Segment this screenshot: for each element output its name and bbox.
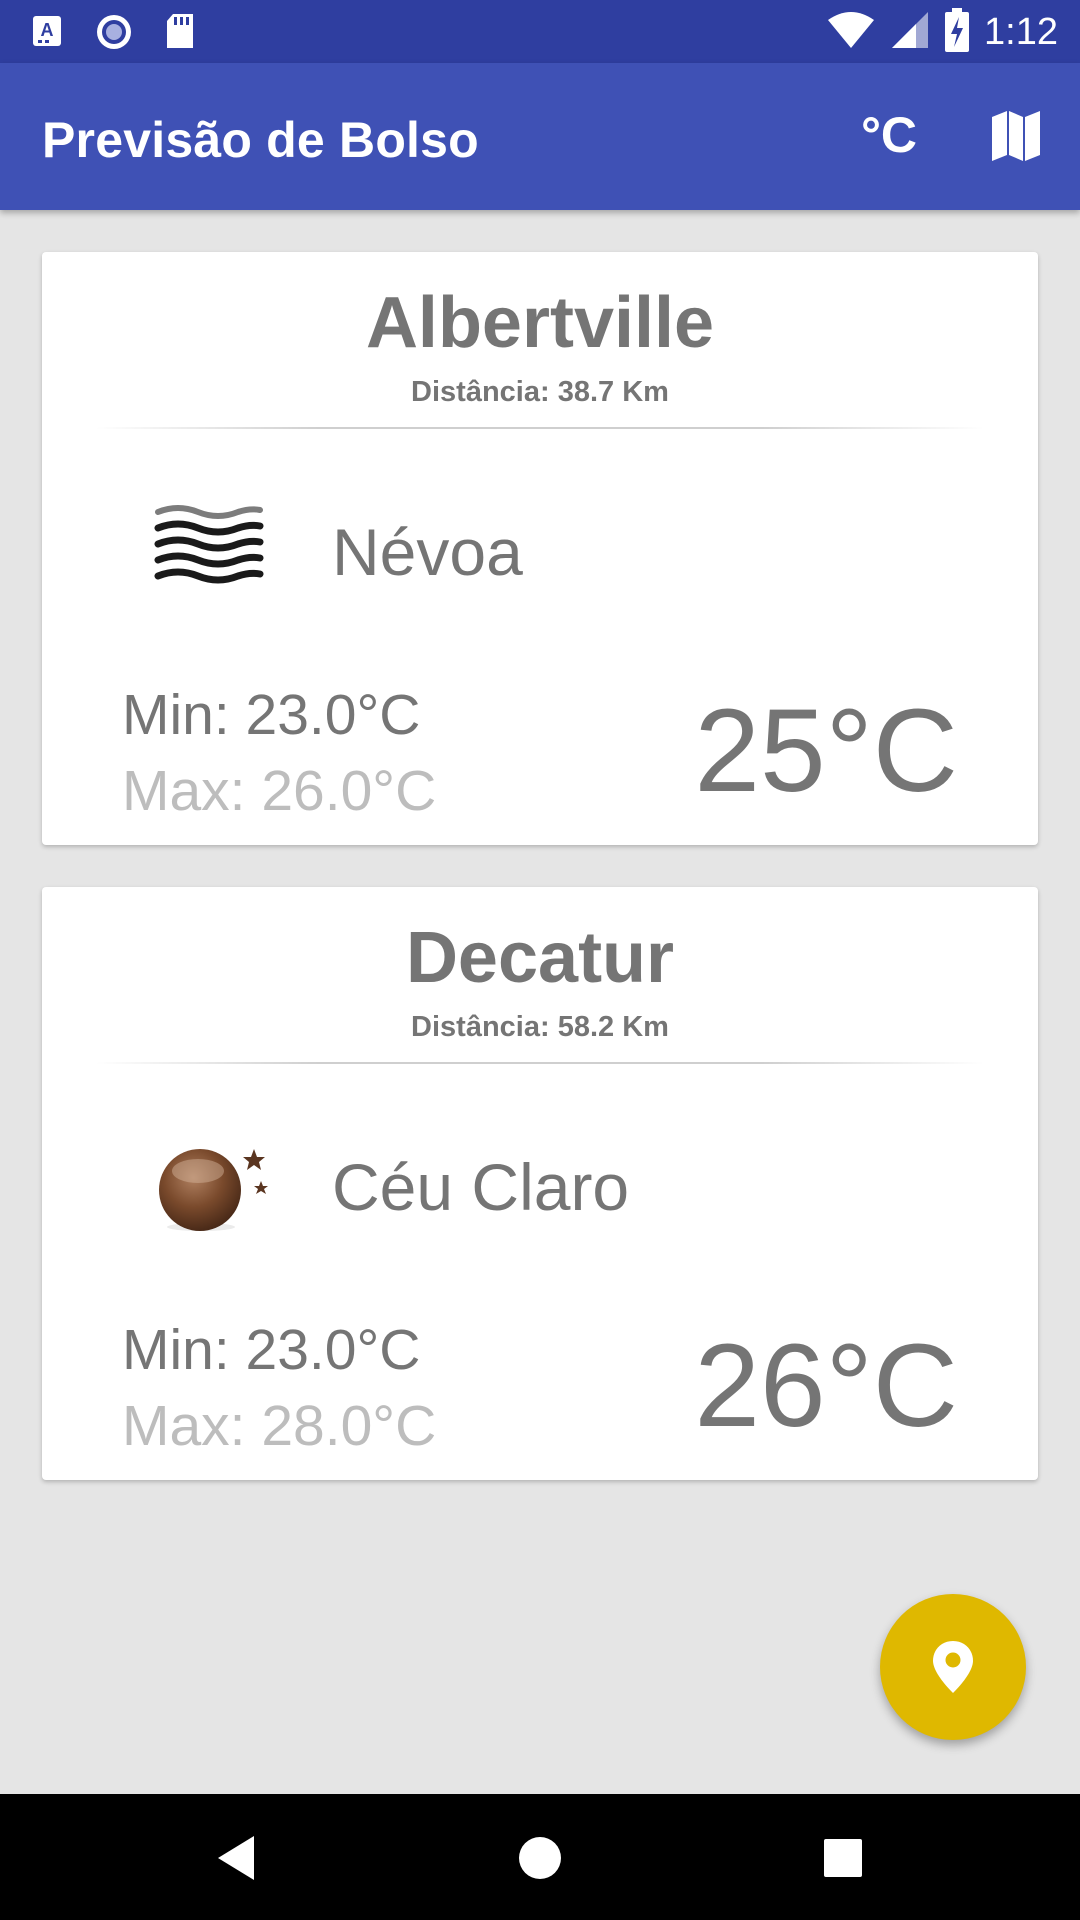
back-icon [218, 1836, 254, 1880]
app-title: Previsão de Bolso [42, 112, 479, 168]
divider [96, 1062, 984, 1064]
max-temperature: Max: 28.0°C [122, 1394, 437, 1458]
current-temperature: 26°C [694, 1320, 958, 1452]
city-name: Albertville [365, 283, 715, 363]
status-time: 1:12 [984, 11, 1058, 53]
radio-icon [94, 12, 134, 57]
home-button[interactable] [512, 1830, 568, 1886]
wifi-icon [826, 10, 876, 55]
divider [96, 427, 984, 429]
max-temperature: Max: 26.0°C [122, 759, 437, 823]
svg-text:A: A [41, 20, 54, 40]
back-button[interactable] [212, 1830, 268, 1886]
map-button[interactable] [990, 109, 1042, 163]
system-icons: 1:12 [826, 8, 1058, 57]
location-fab-button[interactable] [880, 1594, 1026, 1740]
location-pin-icon [933, 1641, 973, 1693]
app-bar: Previsão de Bolso °C [0, 63, 1080, 210]
status-bar: A 1:12 [0, 0, 1080, 63]
a-notification-icon: A [32, 15, 64, 54]
weather-card[interactable]: Decatur Distância: 58.2 Km Céu Claro Min… [42, 887, 1038, 1480]
weather-card[interactable]: Albertville Distância: 38.7 Km Névoa Min… [42, 252, 1038, 845]
moon-stars-icon [110, 1127, 270, 1237]
distance-label: Distância: 58.2 Km [411, 1011, 669, 1043]
navigation-bar [0, 1794, 1080, 1920]
recents-icon [824, 1839, 862, 1877]
battery-charging-icon [944, 8, 970, 57]
weather-condition: Névoa [332, 515, 523, 589]
temperature-unit-button[interactable]: °C [858, 105, 920, 165]
city-name: Decatur [405, 918, 675, 998]
home-icon [519, 1837, 561, 1879]
map-icon [992, 111, 1040, 161]
min-temperature: Min: 23.0°C [122, 683, 421, 747]
fog-icon [110, 492, 270, 602]
distance-label: Distância: 38.7 Km [411, 376, 669, 408]
weather-condition: Céu Claro [332, 1150, 630, 1224]
notification-icons: A [32, 12, 196, 57]
sd-card-icon [164, 13, 196, 56]
min-temperature: Min: 23.0°C [122, 1318, 421, 1382]
current-temperature: 25°C [694, 685, 958, 817]
signal-icon [890, 10, 930, 55]
recents-button[interactable] [815, 1830, 871, 1886]
